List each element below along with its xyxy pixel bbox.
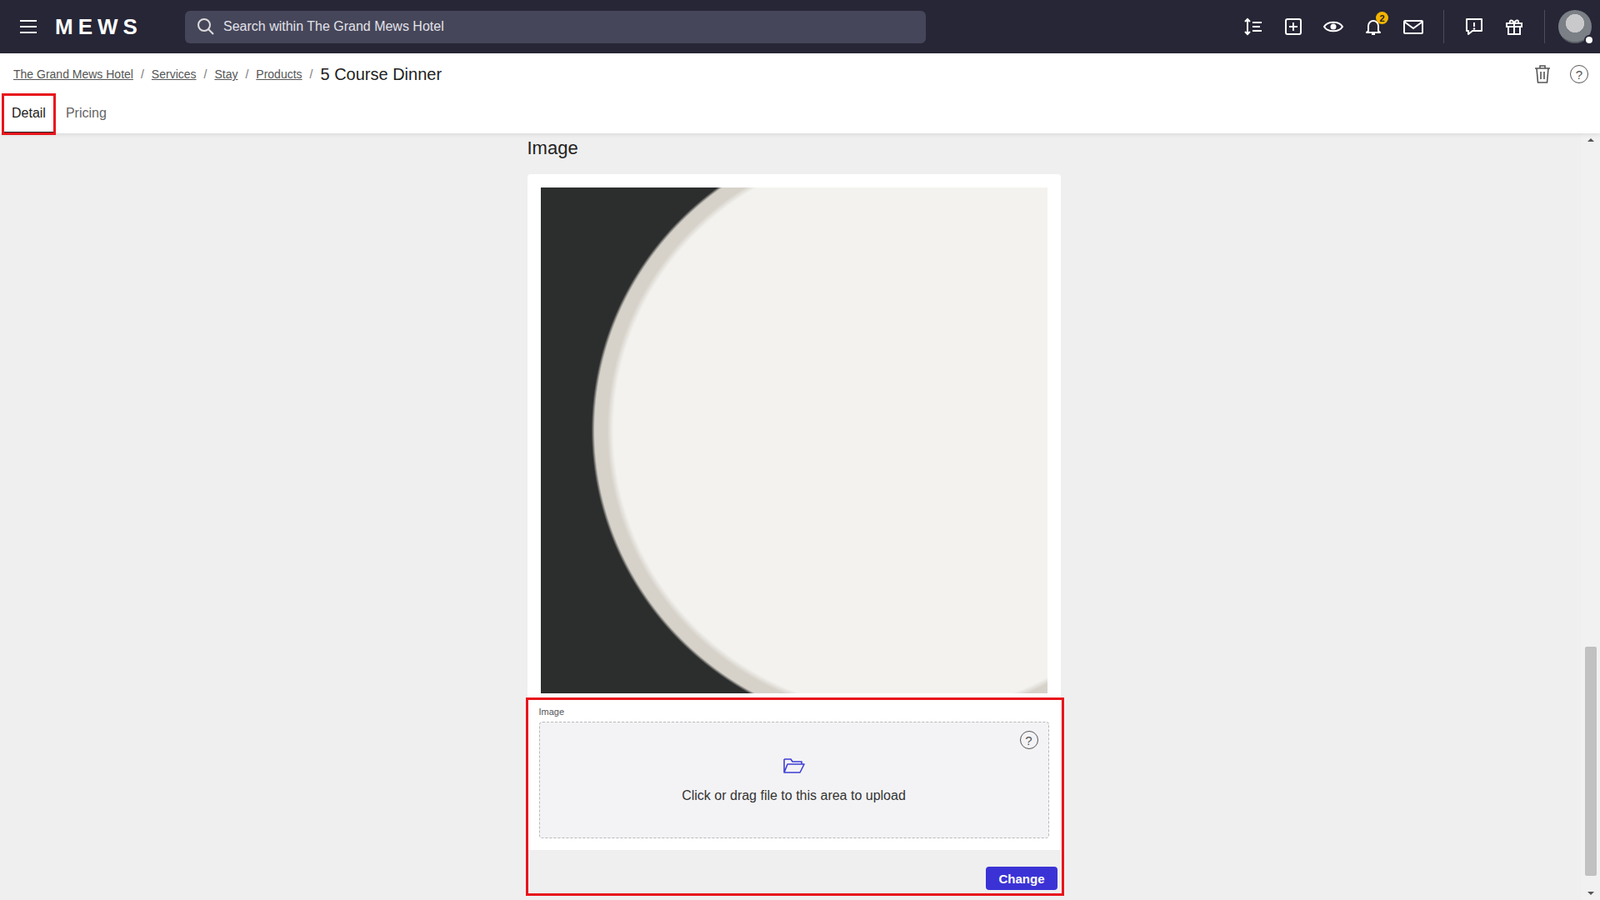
search-field[interactable]: Search within The Grand Mews Hotel (185, 10, 926, 44)
breadcrumb-row: The Grand Mews Hotel / Services / Stay / Produ… (0, 53, 1600, 95)
scroll-down-button[interactable] (1580, 886, 1600, 900)
breadcrumb-separator: / (245, 67, 249, 81)
notification-badge: 2 (1375, 11, 1389, 25)
nav-separator (1544, 10, 1545, 44)
nav-separator (1443, 10, 1445, 44)
page-title: 5 Course Dinner (320, 65, 442, 85)
hamburger-icon (19, 19, 38, 35)
menu-button[interactable] (11, 10, 45, 44)
arrow-up-icon (1586, 136, 1595, 144)
image-section: Image Image? Click or drag file to this ar… (520, 133, 1061, 900)
gift-icon (1504, 16, 1525, 37)
product-photo (540, 187, 1048, 694)
breadcrumb-separator: / (204, 67, 208, 81)
upload-dropzone[interactable]: ? Click or drag file to this area to uplo… (539, 721, 1050, 839)
sort-button[interactable] (1236, 10, 1270, 44)
breadcrumb-separator: / (310, 67, 314, 81)
header-actions: ? (1530, 61, 1589, 87)
dropzone-help-icon[interactable]: ? (1020, 730, 1039, 750)
search-placeholder: Search within The Grand Mews Hotel (223, 19, 445, 35)
chat-help-icon (1464, 16, 1485, 37)
trash-icon (1533, 64, 1552, 85)
breadcrumb-link[interactable]: Services (151, 67, 197, 81)
notifications-button[interactable]: 2 (1356, 10, 1390, 44)
sort-icon (1243, 16, 1264, 37)
breadcrumb-link[interactable]: Stay (214, 67, 238, 81)
delete-button[interactable] (1530, 61, 1555, 87)
add-button[interactable] (1276, 10, 1310, 44)
tab[interactable]: Pricing (57, 95, 115, 134)
folder-icon (782, 756, 806, 775)
mews-logo[interactable]: MEWS (55, 14, 172, 40)
eye-icon (1322, 16, 1345, 37)
change-button[interactable]: Change (985, 866, 1057, 890)
tab-bar: DetailPricing (0, 95, 1600, 134)
top-navbar: MEWS Search within The Grand Mews Hotel 2 (0, 0, 1600, 54)
scroll-thumb[interactable] (1585, 646, 1597, 876)
profile-avatar[interactable] (1558, 10, 1592, 44)
image-card (527, 174, 1061, 698)
plus-square-icon (1283, 16, 1304, 37)
field-label: Image (539, 706, 1050, 717)
dropzone-text: Click or drag file to this area to uploa… (681, 788, 906, 804)
content-area: Image Image? Click or drag file to this ar… (0, 133, 1600, 900)
main-content: Image Image? Click or drag file to this ar… (0, 133, 1581, 900)
messages-button[interactable] (1396, 10, 1430, 44)
view-button[interactable] (1316, 10, 1350, 44)
upload-section: Image? Click or drag file to this area to… (525, 697, 1065, 896)
page-header: The Grand Mews Hotel / Services / Stay / Produ… (0, 53, 1600, 134)
mail-icon (1402, 16, 1425, 37)
breadcrumb-link[interactable]: Products (255, 67, 302, 81)
breadcrumb-link[interactable]: The Grand Mews Hotel (13, 67, 134, 81)
section-title: Image (527, 136, 1061, 160)
arrow-down-icon (1586, 890, 1595, 897)
search-icon (196, 17, 215, 36)
breadcrumb: The Grand Mews Hotel / Services / Stay / Produ… (13, 65, 1530, 85)
scroll-up-button[interactable] (1580, 133, 1600, 147)
status-dot (1584, 35, 1595, 45)
feedback-button[interactable] (1457, 10, 1491, 44)
nav-actions: 2 (1236, 10, 1600, 44)
app: MEWS Search within The Grand Mews Hotel 2 T… (0, 0, 1600, 900)
gift-button[interactable] (1497, 10, 1531, 44)
tab[interactable]: Detail (3, 95, 55, 134)
scrollbar[interactable] (1580, 133, 1600, 900)
help-button[interactable]: ? (1570, 65, 1589, 84)
upload-footer: Change (528, 850, 1062, 894)
breadcrumb-separator: / (140, 67, 145, 81)
upload-card: Image? Click or drag file to this area to… (528, 700, 1060, 850)
